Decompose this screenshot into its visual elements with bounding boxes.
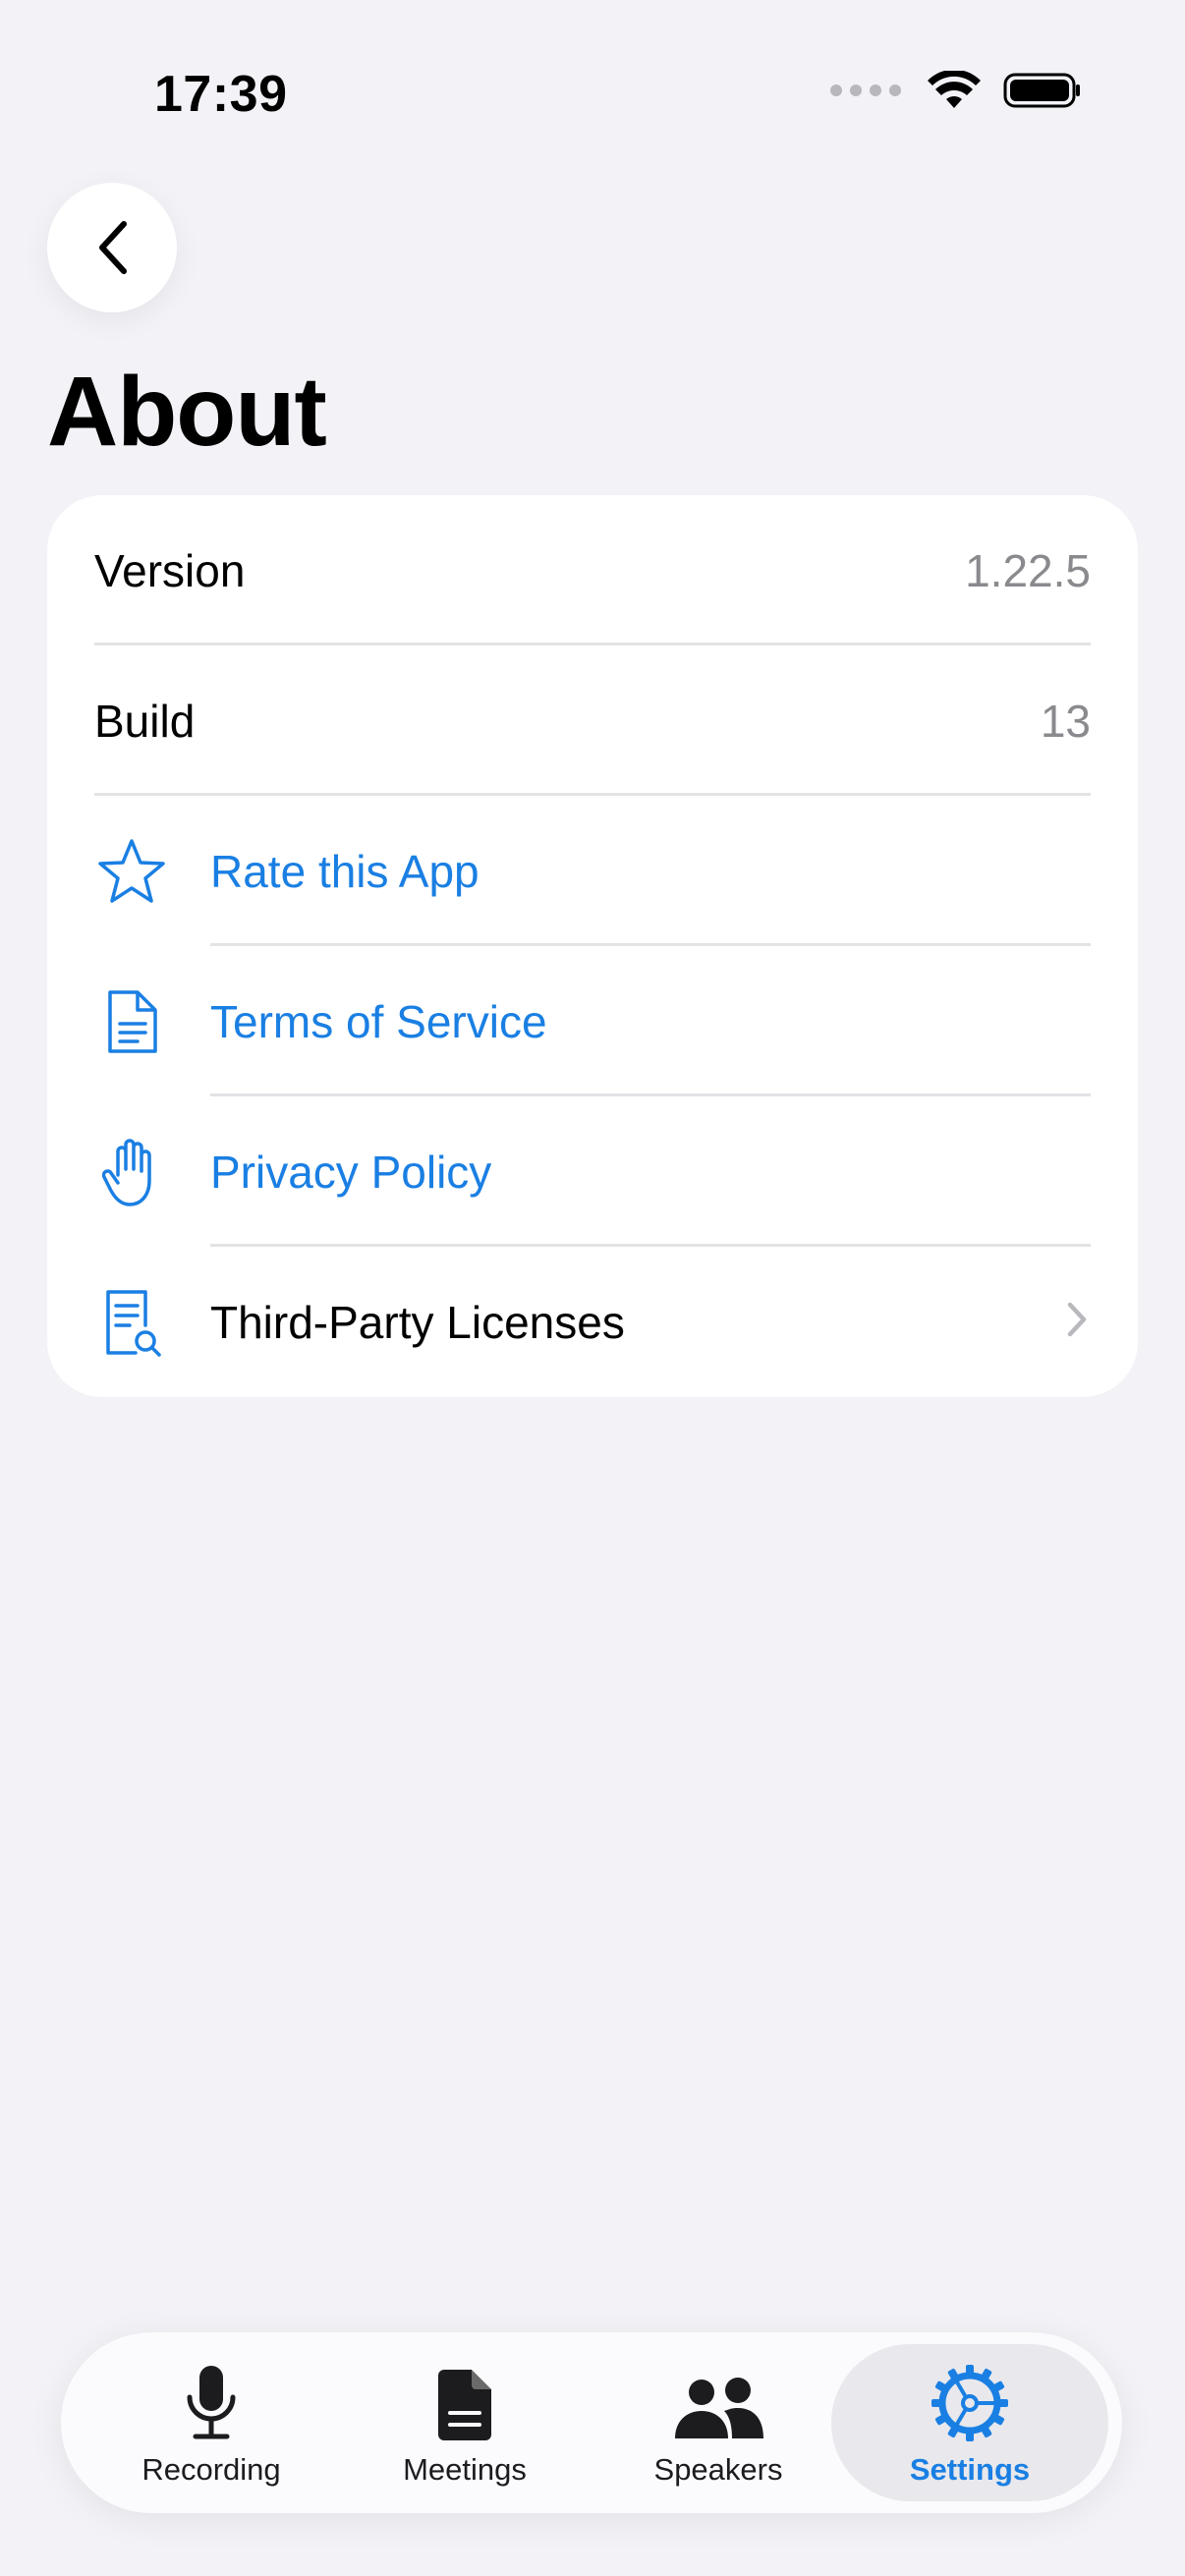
about-card: Version 1.22.5 Build 13 Rate this App Te…	[47, 495, 1138, 1397]
tab-meetings[interactable]: Meetings	[342, 2344, 588, 2501]
document-icon	[94, 984, 169, 1059]
version-value: 1.22.5	[965, 544, 1091, 596]
people-icon	[671, 2348, 765, 2442]
terms-of-service-label: Terms of Service	[210, 995, 547, 1047]
back-button[interactable]	[47, 183, 177, 312]
tab-settings[interactable]: Settings	[831, 2344, 1108, 2501]
build-label: Build	[94, 695, 196, 747]
tab-recording[interactable]: Recording	[88, 2344, 334, 2501]
tab-label: Settings	[909, 2452, 1031, 2487]
tab-speakers[interactable]: Speakers	[595, 2344, 841, 2501]
terms-of-service-row[interactable]: Terms of Service	[47, 946, 1138, 1096]
tab-label: Speakers	[653, 2452, 783, 2487]
build-row: Build 13	[47, 645, 1138, 796]
document-search-icon	[94, 1285, 169, 1360]
hand-raised-icon	[94, 1135, 169, 1209]
document-icon	[434, 2348, 495, 2442]
microphone-icon	[182, 2348, 241, 2442]
star-icon	[94, 834, 169, 909]
tab-label: Meetings	[403, 2452, 527, 2487]
rate-app-label: Rate this App	[210, 845, 480, 897]
chevron-right-icon	[1065, 1300, 1089, 1344]
status-indicators	[830, 71, 1082, 110]
version-label: Version	[94, 544, 246, 596]
version-row: Version 1.22.5	[47, 495, 1138, 645]
about-screen: 17:39 About Version 1.22.5 Build 13 Rate…	[0, 0, 1185, 2576]
gear-icon	[931, 2348, 1009, 2442]
chevron-left-icon	[99, 221, 127, 274]
tab-bar: Recording Meetings Speakers Settings	[61, 2332, 1122, 2513]
privacy-policy-label: Privacy Policy	[210, 1146, 492, 1198]
third-party-licenses-row[interactable]: Third-Party Licenses	[47, 1247, 1138, 1397]
status-time: 17:39	[154, 66, 288, 123]
third-party-licenses-label: Third-Party Licenses	[210, 1296, 625, 1348]
tab-label: Recording	[141, 2452, 281, 2487]
rate-app-row[interactable]: Rate this App	[47, 796, 1138, 946]
build-value: 13	[1040, 695, 1091, 747]
cellular-signal-icon	[830, 84, 901, 96]
wifi-icon	[928, 71, 981, 108]
page-title: About	[47, 357, 327, 467]
battery-icon	[1003, 73, 1080, 108]
privacy-policy-row[interactable]: Privacy Policy	[47, 1096, 1138, 1247]
